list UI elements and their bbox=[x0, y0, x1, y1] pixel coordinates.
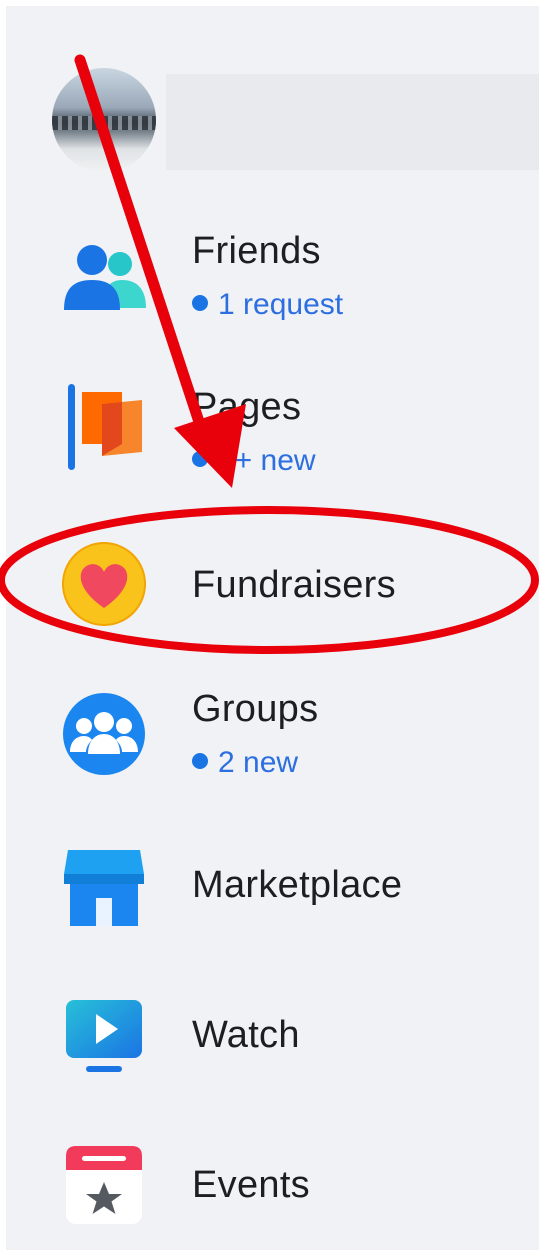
sidebar-item-label: Watch bbox=[192, 1014, 300, 1056]
sidebar-item-label: Events bbox=[192, 1164, 310, 1206]
unread-dot-icon bbox=[192, 753, 208, 770]
avatar[interactable] bbox=[52, 68, 156, 172]
sidebar-item-badge: 1 request bbox=[192, 288, 343, 322]
heart-icon bbox=[62, 542, 146, 626]
sidebar-item-label: Marketplace bbox=[192, 864, 403, 906]
sidebar-item-events[interactable]: Events bbox=[6, 1130, 539, 1250]
sidebar-item-label: Groups bbox=[192, 688, 319, 730]
sidebar-item-label: Friends bbox=[192, 230, 321, 272]
sidebar-item-groups[interactable]: Groups 2 new bbox=[6, 676, 539, 796]
sidebar-item-pages[interactable]: Pages 9+ new bbox=[6, 374, 539, 494]
sidebar-item-fundraisers[interactable]: Fundraisers bbox=[6, 524, 539, 644]
sidebar-item-label: Fundraisers bbox=[192, 564, 396, 606]
sidebar-item-badge: 9+ new bbox=[192, 444, 316, 478]
sidebar-item-watch[interactable]: Watch bbox=[6, 982, 539, 1102]
unread-dot-icon bbox=[192, 451, 208, 468]
storefront-icon bbox=[64, 850, 144, 926]
groups-icon bbox=[63, 693, 145, 775]
watch-icon bbox=[66, 1000, 142, 1072]
unread-dot-icon bbox=[192, 295, 208, 312]
avatar-photo bbox=[52, 116, 156, 130]
sidebar-item-friends[interactable]: Friends 1 request bbox=[6, 216, 539, 336]
sidebar-item-marketplace[interactable]: Marketplace bbox=[6, 832, 539, 952]
sidebar-nav: Friends 1 request Pages 9+ new Fundraise… bbox=[6, 6, 539, 1250]
sidebar-item-label: Pages bbox=[192, 386, 302, 428]
calendar-star-icon bbox=[66, 1146, 142, 1224]
sidebar-item-badge: 2 new bbox=[192, 746, 298, 780]
profile-row-highlight bbox=[166, 74, 539, 170]
friends-icon bbox=[64, 245, 146, 310]
flag-icon bbox=[68, 384, 142, 470]
